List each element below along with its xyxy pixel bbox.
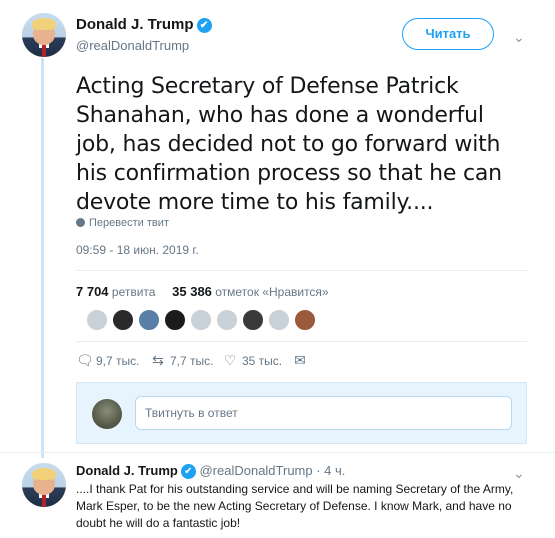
divider bbox=[76, 270, 527, 271]
liker-avatar[interactable] bbox=[138, 309, 160, 331]
likes-count[interactable]: 35 386 bbox=[172, 284, 212, 299]
liker-avatar[interactable] bbox=[112, 309, 134, 331]
envelope-icon[interactable]: ✉ bbox=[292, 352, 308, 369]
tweet-timestamp[interactable]: 09:59 - 18 июн. 2019 г. bbox=[76, 243, 199, 257]
reply-author-name[interactable]: Donald J. Trump bbox=[76, 463, 178, 478]
chevron-down-icon[interactable]: ⌄ bbox=[513, 465, 525, 482]
author-avatar[interactable] bbox=[22, 13, 66, 57]
thread-connector-line bbox=[41, 58, 44, 458]
retweet-count: 7,7 тыс. bbox=[170, 354, 214, 368]
likes-label[interactable]: отметок «Нравится» bbox=[215, 285, 328, 299]
liker-avatar[interactable] bbox=[294, 309, 316, 331]
like-count: 35 тыс. bbox=[242, 354, 283, 368]
reply-input[interactable]: Твитнуть в ответ bbox=[135, 396, 512, 430]
reply-author-header: Donald J. Trump ✔ @realDonaldTrump · 4 ч. bbox=[76, 463, 345, 479]
reply-count: 9,7 тыс. bbox=[96, 354, 140, 368]
author-handle[interactable]: @realDonaldTrump bbox=[76, 38, 189, 53]
chevron-down-icon[interactable]: ⌄ bbox=[513, 29, 525, 46]
reply-text: ....I thank Pat for his outstanding serv… bbox=[76, 482, 514, 530]
liker-avatar[interactable] bbox=[190, 309, 212, 331]
verified-badge-icon: ✔ bbox=[180, 464, 196, 479]
liker-avatar[interactable] bbox=[268, 309, 290, 331]
reply-author-avatar[interactable] bbox=[22, 463, 66, 507]
follow-button[interactable]: Читать bbox=[402, 18, 494, 50]
retweets-label[interactable]: ретвита bbox=[112, 285, 156, 299]
reply-handle-time[interactable]: @realDonaldTrump · 4 ч. bbox=[199, 463, 345, 478]
retweets-count[interactable]: 7 704 bbox=[76, 284, 109, 299]
reply-action[interactable]: 🗨 9,7 тыс. bbox=[76, 352, 139, 369]
divider bbox=[76, 341, 527, 342]
liker-avatar[interactable] bbox=[86, 309, 108, 331]
translate-link[interactable]: Перевести твит bbox=[76, 217, 169, 229]
reply-icon[interactable]: 🗨 bbox=[76, 352, 94, 369]
divider bbox=[0, 452, 555, 453]
author-name[interactable]: Donald J. Trump ✔ bbox=[76, 16, 212, 33]
globe-icon bbox=[76, 218, 85, 227]
liker-avatar[interactable] bbox=[242, 309, 264, 331]
current-user-avatar bbox=[92, 399, 122, 429]
reply-composer: Твитнуть в ответ bbox=[76, 382, 527, 444]
retweet-action[interactable]: ⇆ 7,7 тыс. bbox=[150, 352, 213, 369]
message-action[interactable]: ✉ bbox=[292, 352, 312, 369]
tweet-stats: 7 704 ретвита 35 386 отметок «Нравится» bbox=[76, 284, 329, 299]
like-action[interactable]: ♡ 35 тыс. bbox=[222, 352, 282, 369]
liker-avatar[interactable] bbox=[216, 309, 238, 331]
verified-badge-icon: ✔ bbox=[196, 18, 212, 33]
heart-icon[interactable]: ♡ bbox=[222, 352, 238, 369]
retweet-icon[interactable]: ⇆ bbox=[150, 352, 166, 369]
tweet-text: Acting Secretary of Defense Patrick Shan… bbox=[76, 74, 502, 215]
liker-avatar[interactable] bbox=[164, 309, 186, 331]
